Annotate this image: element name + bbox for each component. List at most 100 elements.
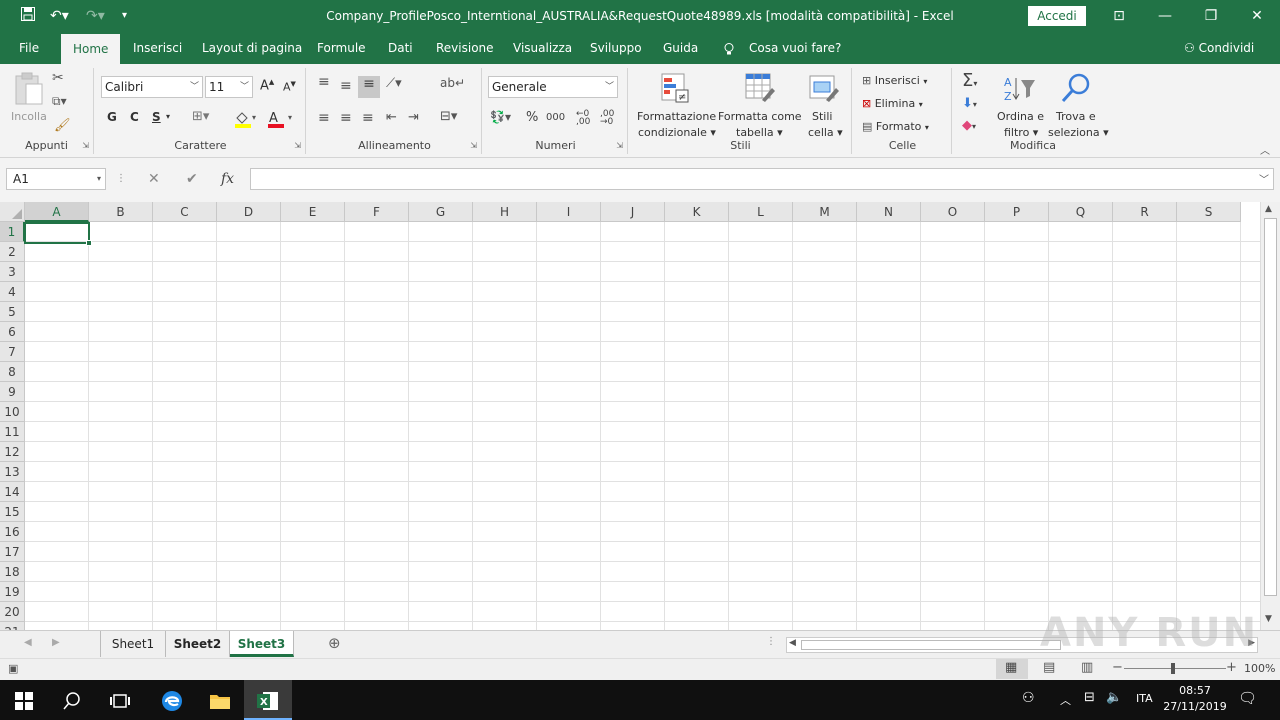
scroll-up-icon[interactable]: ▲ (1265, 204, 1272, 214)
increase-decimal-icon[interactable]: ←0,00 (576, 110, 590, 127)
column-header[interactable]: K (665, 202, 729, 222)
column-header[interactable]: B (89, 202, 153, 222)
scroll-down-icon[interactable]: ▼ (1265, 614, 1272, 624)
font-launcher-icon[interactable]: ⇲ (294, 141, 301, 150)
task-view-icon[interactable] (96, 680, 144, 720)
sheet-tab-1[interactable]: Sheet1 (100, 631, 166, 657)
align-middle-icon[interactable]: ≡ (340, 78, 352, 94)
formula-input[interactable]: ﹀ (250, 168, 1274, 190)
row-header[interactable]: 19 (0, 582, 25, 602)
column-header[interactable]: E (281, 202, 345, 222)
worksheet-grid[interactable]: A B C D E F G H I J K L M N O P Q R S 1 2 3 4 5 6 7 8 9 10 11 12 13 14 15… (0, 202, 1260, 630)
show-hidden-icons[interactable]: ︿ (1060, 692, 1071, 708)
select-all-corner[interactable] (0, 202, 25, 222)
find-select-label-2[interactable]: seleziona ▾ (1048, 126, 1109, 139)
sort-filter-label[interactable]: Ordina e (997, 110, 1044, 123)
paste-icon[interactable] (14, 72, 44, 109)
input-language[interactable]: ITA (1136, 692, 1153, 705)
excel-taskbar-icon[interactable]: X (244, 680, 292, 720)
sort-filter-icon[interactable]: AZ (1002, 74, 1036, 107)
column-header[interactable]: Q (1049, 202, 1113, 222)
sort-filter-label-2[interactable]: filtro ▾ (1004, 126, 1038, 139)
orientation-icon[interactable]: ⟋▾ (386, 76, 402, 91)
cancel-entry-icon[interactable]: ✕ (148, 168, 160, 190)
column-header[interactable]: O (921, 202, 985, 222)
cell-styles-label-2[interactable]: cella ▾ (808, 126, 843, 139)
row-header[interactable]: 20 (0, 602, 25, 622)
ribbon-display-icon[interactable]: ⊡ (1096, 0, 1142, 32)
share-button[interactable]: ⚇ Condividi (1184, 32, 1254, 64)
find-select-label[interactable]: Trova e (1056, 110, 1096, 123)
tab-insert[interactable]: Inserisci (133, 32, 182, 64)
name-box[interactable]: A1 ▾ (6, 168, 106, 190)
row-header[interactable]: 15 (0, 502, 25, 522)
row-header[interactable]: 3 (0, 262, 25, 282)
row-header[interactable]: 12 (0, 442, 25, 462)
accounting-format-icon[interactable]: 💱▾ (490, 110, 511, 124)
zoom-slider-thumb[interactable] (1171, 663, 1175, 674)
column-header[interactable]: N (857, 202, 921, 222)
people-icon[interactable]: ⚇ (1022, 690, 1035, 706)
decrease-indent-icon[interactable]: ⇤ (386, 110, 397, 125)
scroll-left-icon[interactable]: ◀ (789, 638, 796, 648)
active-cell-a1[interactable] (24, 222, 92, 246)
horizontal-scroll-thumb[interactable] (801, 640, 1061, 650)
search-icon[interactable] (48, 680, 96, 720)
font-family-select[interactable]: Calibri ﹀ (101, 76, 203, 98)
underline-button[interactable]: S (152, 110, 161, 124)
alignment-launcher-icon[interactable]: ⇲ (470, 141, 477, 150)
find-select-icon[interactable] (1060, 72, 1092, 107)
align-bottom-icon[interactable]: ≡ (358, 76, 380, 98)
restore-button[interactable]: ❐ (1188, 0, 1234, 32)
collapse-ribbon-icon[interactable]: ︿ (1260, 142, 1270, 157)
chevron-down-icon[interactable]: ▾ (166, 112, 170, 121)
row-header[interactable]: 4 (0, 282, 25, 302)
expand-formula-bar-icon[interactable]: ﹀ (1259, 171, 1269, 186)
decrease-decimal-icon[interactable]: ,00 →0 (600, 110, 614, 127)
vertical-scroll-thumb[interactable] (1264, 218, 1277, 596)
file-explorer-icon[interactable] (196, 680, 244, 720)
zoom-level[interactable]: 100% (1244, 662, 1275, 675)
delete-cells-button[interactable]: ⊠ Elimina ▾ (862, 97, 923, 110)
bold-button[interactable]: G (107, 110, 117, 124)
tab-developer[interactable]: Sviluppo (590, 32, 642, 64)
font-size-select[interactable]: 11 ﹀ (205, 76, 253, 98)
conditional-formatting-icon[interactable]: ≠ (660, 72, 690, 107)
align-left-icon[interactable]: ≡ (318, 110, 330, 126)
column-header[interactable]: P (985, 202, 1049, 222)
normal-view-button[interactable]: ▦ (996, 659, 1028, 679)
column-header[interactable]: I (537, 202, 601, 222)
row-header[interactable]: 7 (0, 342, 25, 362)
row-header[interactable]: 5 (0, 302, 25, 322)
row-header[interactable]: 8 (0, 362, 25, 382)
minimize-button[interactable]: — (1142, 0, 1188, 32)
tab-review[interactable]: Revisione (436, 32, 494, 64)
format-painter-icon[interactable]: 🖌 (54, 118, 71, 133)
network-icon[interactable]: ⊟ (1084, 690, 1095, 705)
volume-icon[interactable]: 🔈 (1106, 690, 1122, 705)
system-clock[interactable]: 08:57 27/11/2019 (1160, 683, 1230, 715)
next-sheet-icon[interactable]: ▶ (52, 637, 60, 648)
cut-icon[interactable]: ✂ (52, 70, 64, 86)
borders-icon[interactable]: ⊞▾ (192, 109, 209, 124)
row-header[interactable]: 13 (0, 462, 25, 482)
zoom-in-icon[interactable]: + (1226, 660, 1237, 675)
tab-page-layout[interactable]: Layout di pagina (202, 32, 302, 64)
sign-in-button[interactable]: Accedi (1028, 6, 1086, 26)
zoom-out-icon[interactable]: − (1112, 660, 1123, 675)
number-launcher-icon[interactable]: ⇲ (616, 141, 623, 150)
row-header[interactable]: 9 (0, 382, 25, 402)
format-as-table-icon[interactable] (744, 72, 776, 107)
row-header[interactable]: 17 (0, 542, 25, 562)
fill-color-icon[interactable]: ▾ (234, 110, 258, 131)
merge-center-icon[interactable]: ⊟▾ (440, 109, 457, 124)
format-as-table-label[interactable]: Formatta come (718, 110, 802, 123)
vertical-scrollbar[interactable]: ▲ ▼ (1260, 202, 1280, 630)
wrap-text-icon[interactable]: ab↵ (440, 76, 465, 90)
tell-me-search[interactable]: Cosa vuoi fare? (749, 32, 841, 64)
cell-styles-icon[interactable] (808, 72, 840, 107)
row-header[interactable]: 11 (0, 422, 25, 442)
windows-start-icon[interactable] (0, 680, 48, 720)
italic-button[interactable]: C (130, 110, 139, 124)
row-header[interactable]: 16 (0, 522, 25, 542)
